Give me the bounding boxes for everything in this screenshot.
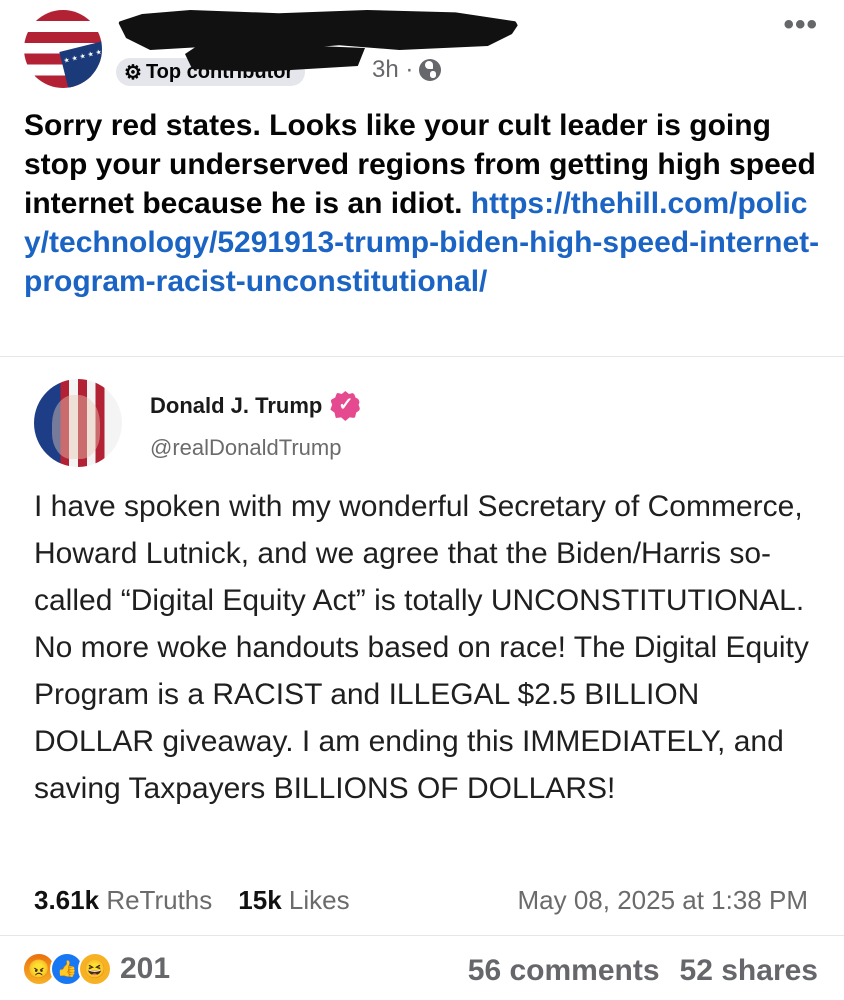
post-text: Sorry red states. Looks like your cult l… bbox=[24, 106, 824, 301]
redacted-badge-overlay bbox=[185, 42, 365, 72]
comments-link[interactable]: 56 comments bbox=[468, 954, 660, 988]
truth-body: I have spoken with my wonderful Secretar… bbox=[34, 490, 809, 805]
likes-count: 15k bbox=[238, 885, 282, 915]
reaction-summary[interactable]: 😠 👍 😆 201 bbox=[22, 952, 170, 986]
truth-author-name[interactable]: Donald J. Trump bbox=[150, 391, 361, 421]
shares-link[interactable]: 52 shares bbox=[680, 954, 818, 988]
truth-name-label: Donald J. Trump bbox=[150, 393, 323, 418]
shared-truth-card[interactable]: Donald J. Trump @realDonaldTrump I have … bbox=[0, 356, 844, 936]
truth-author-avatar[interactable] bbox=[34, 379, 122, 467]
post-header: ⚙ Top contributor 3h · ••• bbox=[0, 0, 844, 100]
likes-label: Likes bbox=[288, 885, 350, 915]
more-options-icon[interactable]: ••• bbox=[783, 8, 818, 42]
post-timestamp[interactable]: 3h · bbox=[372, 56, 442, 84]
truth-stats: 3.61k ReTruths 15k Likes bbox=[34, 885, 350, 916]
reaction-count: 201 bbox=[120, 952, 171, 985]
time-label: 3h · bbox=[372, 56, 414, 83]
retruths-count: 3.61k bbox=[34, 885, 100, 915]
truth-handle: @realDonaldTrump bbox=[150, 435, 342, 460]
author-avatar[interactable] bbox=[24, 10, 102, 88]
truth-date: May 08, 2025 at 1:38 PM bbox=[517, 885, 808, 915]
post-footer: 😠 👍 😆 201 56 comments 52 shares bbox=[0, 940, 844, 1000]
globe-icon bbox=[419, 59, 442, 81]
retruths-stat[interactable]: 3.61k ReTruths bbox=[34, 885, 212, 916]
likes-stat[interactable]: 15k Likes bbox=[238, 885, 349, 916]
contributor-badge-icon: ⚙ bbox=[124, 61, 142, 84]
engagement-links: 56 comments 52 shares bbox=[468, 954, 818, 988]
retruths-label: ReTruths bbox=[106, 885, 213, 915]
redacted-author-name bbox=[118, 10, 520, 50]
haha-icon: 😆 bbox=[78, 952, 112, 986]
verified-badge-icon bbox=[330, 391, 361, 421]
